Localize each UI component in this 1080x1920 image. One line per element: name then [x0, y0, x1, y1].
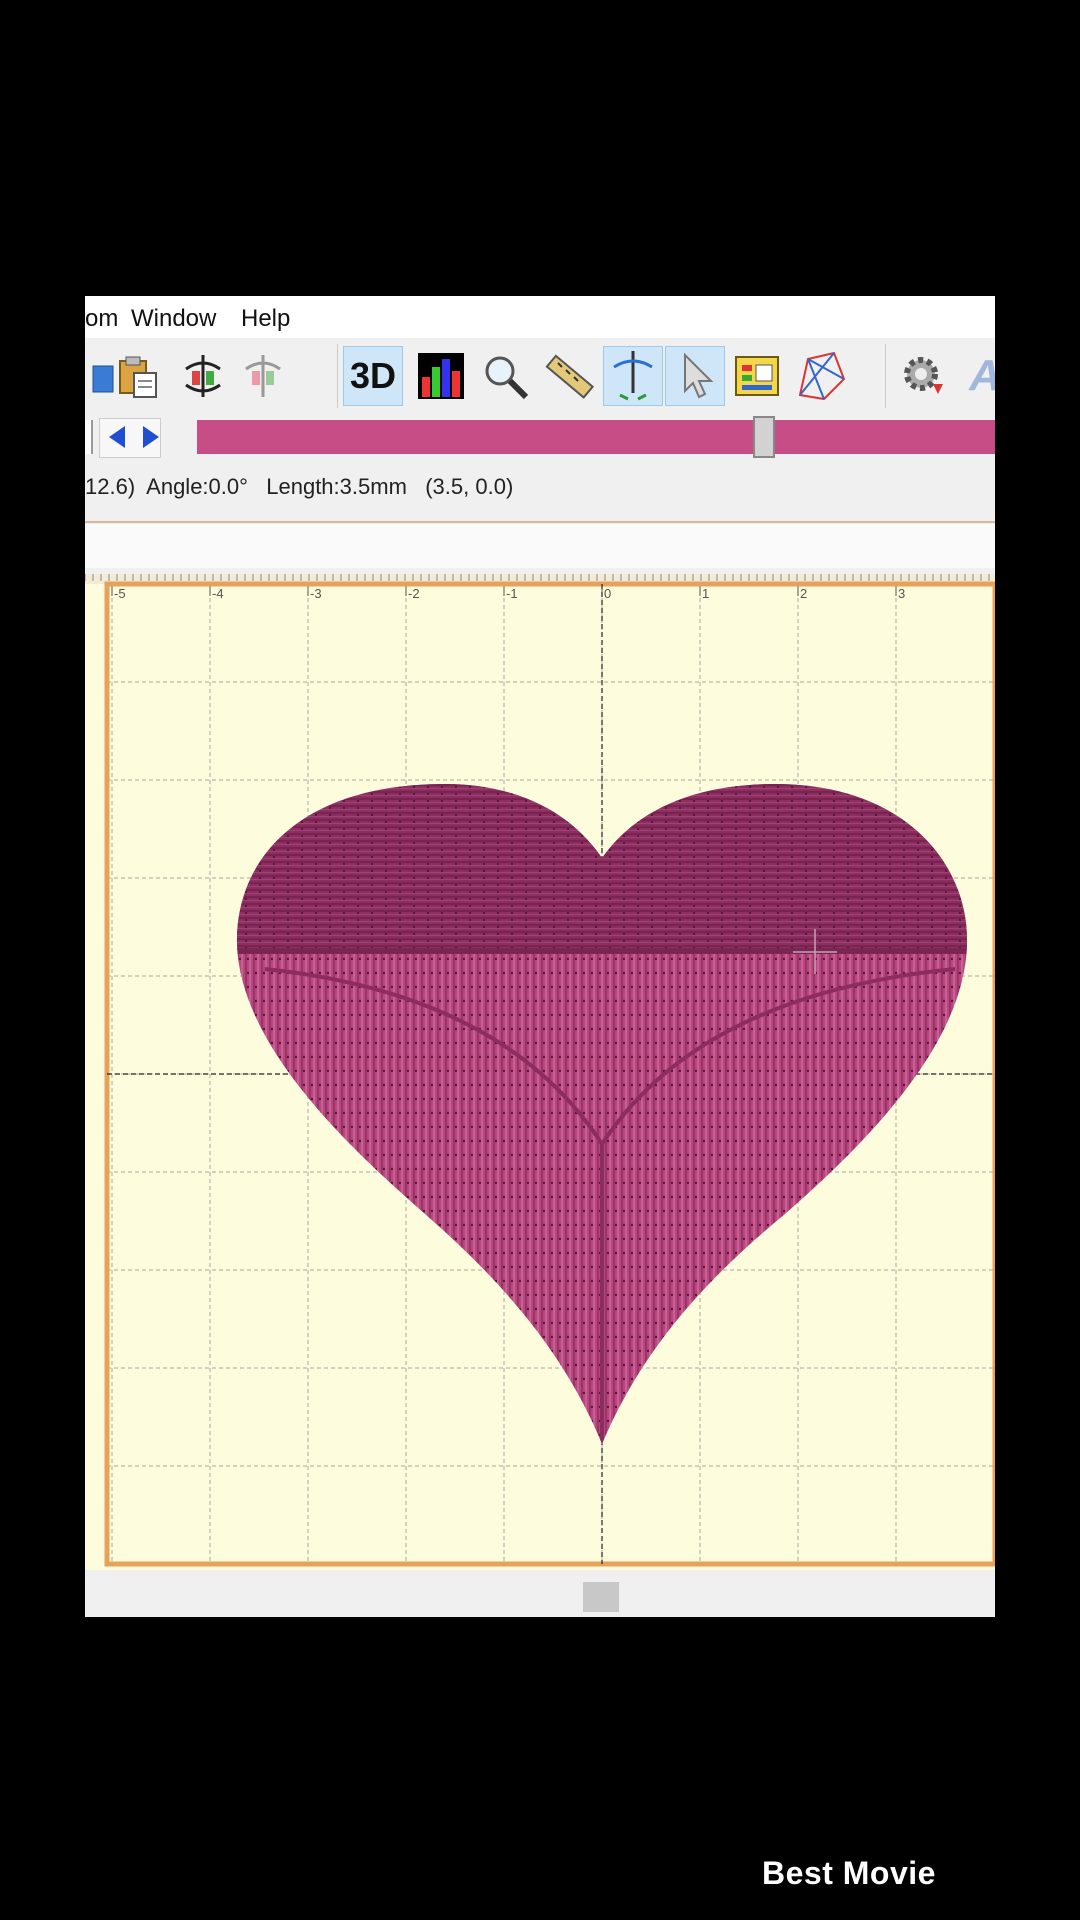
menu-item-zoom[interactable]: om [85, 305, 118, 333]
ruler-label: 3 [898, 586, 905, 601]
sequence-slider-handle[interactable] [752, 416, 775, 458]
menu-bar: om Window Help [85, 296, 995, 338]
watermark-logo: Best Movie [762, 1855, 936, 1891]
mirror-icon[interactable] [233, 346, 293, 406]
measure-ruler-icon[interactable] [539, 346, 599, 406]
previous-arrow-icon[interactable] [107, 424, 127, 455]
ruler-label: 2 [800, 586, 807, 601]
needle-stitch-icon[interactable] [603, 346, 663, 406]
next-arrow-icon[interactable] [141, 424, 161, 455]
ruler-label: -1 [506, 586, 518, 601]
paste-icon[interactable] [107, 346, 167, 406]
ruler-label: -3 [310, 586, 322, 601]
ruler-label: -5 [114, 586, 126, 601]
3d-view-icon: 3D [349, 355, 397, 396]
color-chart-icon[interactable] [411, 346, 471, 406]
ruler-label: -4 [212, 586, 224, 601]
ruler-label: -2 [408, 586, 420, 601]
ruler-label: 1 [702, 586, 709, 601]
color-palette-icon[interactable] [727, 346, 787, 406]
status-bar: 12.6) Angle:0.0° Length:3.5mm (3.5, 0.0) [85, 460, 995, 516]
zoom-icon[interactable] [475, 346, 535, 406]
ruler-label: 0 [604, 586, 611, 601]
settings-gear-icon[interactable] [893, 346, 953, 406]
menu-item-window[interactable]: Window [131, 305, 216, 333]
flip-icon[interactable] [173, 346, 233, 406]
stitch-sequence-bar [85, 414, 995, 460]
3d-view-button[interactable]: 3D [343, 346, 403, 406]
wireframe-icon[interactable] [791, 346, 851, 406]
horizontal-scrollbar[interactable] [85, 1574, 995, 1617]
status-readout: 12.6) Angle:0.0° Length:3.5mm (3.5, 0.0) [85, 474, 514, 499]
menu-item-help[interactable]: Help [241, 305, 290, 333]
divider [85, 521, 995, 523]
text-tool-icon[interactable]: A [955, 346, 995, 406]
toolbar: 3D [85, 338, 995, 414]
embroidery-app-window: om Window Help 3D 12.6) Angle:0.0° Lengt… [85, 296, 995, 1617]
embroidery-heart [236, 784, 968, 1444]
scrollbar-thumb[interactable] [583, 1582, 619, 1612]
design-canvas[interactable]: -5 -4 -3 -2 -1 0 1 2 3 [85, 574, 995, 1570]
secondary-panel [85, 524, 995, 568]
stitch-sequence-track[interactable] [197, 420, 995, 454]
select-pointer-icon[interactable] [665, 346, 725, 406]
